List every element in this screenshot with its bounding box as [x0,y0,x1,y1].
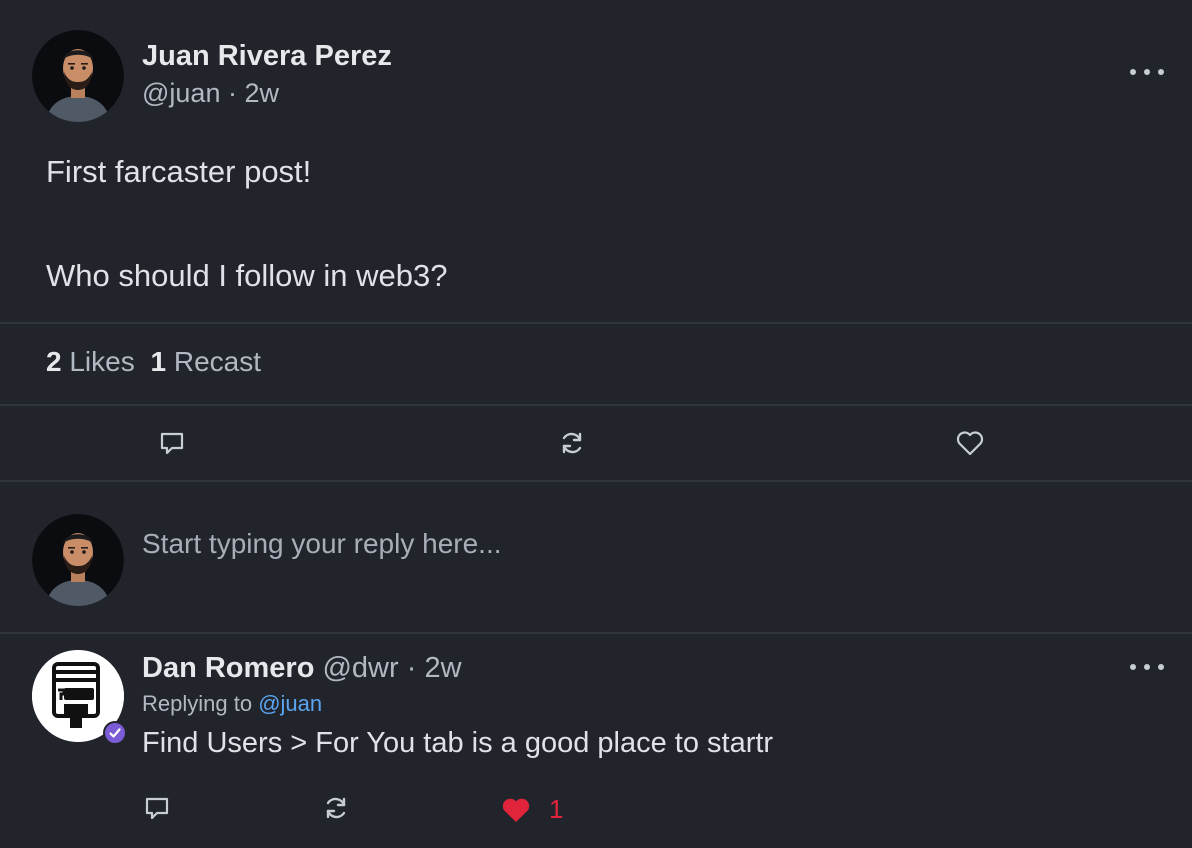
post-text-line-1: First farcaster post! [46,154,312,189]
author-handle[interactable]: @juan [142,78,220,108]
recast-icon[interactable] [322,794,350,822]
replying-to: Replying to @juan [142,691,322,717]
likes-count: 2 [46,346,62,377]
current-user-avatar [32,514,124,606]
comment-icon[interactable] [158,429,186,457]
post-text-line-2: Who should I follow in web3? [46,258,448,293]
meta-separator: · [227,78,237,108]
meta-separator: · [406,652,417,684]
post-time: 2w [244,78,280,108]
replying-to-label: Replying to [142,691,253,716]
divider [0,632,1192,634]
comment-icon[interactable] [143,794,171,822]
replying-to-link[interactable]: @juan [258,691,322,716]
author-name[interactable]: Juan Rivera Perez [142,40,392,73]
cast-thread: Juan Rivera Perez @juan · 2w First farca… [0,0,1192,848]
more-horizontal-icon[interactable] [1130,661,1164,673]
likes-stat[interactable]: 2 Likes [46,346,135,377]
author-meta: @juan · 2w [142,78,279,109]
divider [0,480,1192,482]
verified-badge-icon [103,721,127,745]
reply-like-count: 1 [549,794,564,824]
heart-icon [502,798,530,822]
recast-label: Recast [173,346,262,377]
likes-label: Likes [69,346,135,377]
reply-like-button[interactable]: 1 [500,794,563,825]
divider [0,404,1192,406]
recast-count: 1 [150,346,167,377]
heart-icon[interactable] [955,429,985,457]
recast-icon[interactable] [558,429,586,457]
reply-author-handle[interactable]: @dwr [322,652,398,684]
engagement-stats: 2 Likes 1 Recast [46,346,261,378]
reply-header: Dan Romero @dwr · 2w [142,652,462,685]
more-horizontal-icon[interactable] [1130,66,1164,78]
reply-text: Find Users > For You tab is a good place… [142,727,774,759]
reply-input[interactable]: Start typing your reply here... [142,528,502,560]
divider [0,322,1192,324]
author-avatar[interactable] [32,30,124,122]
reply-time: 2w [424,652,462,684]
recast-stat[interactable]: 1 Recast [151,346,262,377]
reply-author-name[interactable]: Dan Romero [142,652,314,684]
